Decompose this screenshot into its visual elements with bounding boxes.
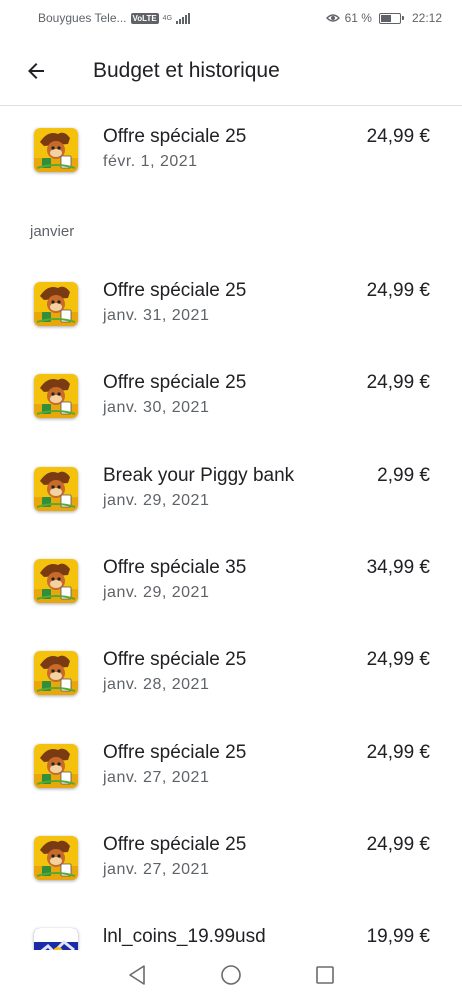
nav-recents-button[interactable] bbox=[310, 960, 340, 990]
transaction-list[interactable]: Offre spéciale 25 févr. 1, 2021 24,99 € jan… bbox=[0, 107, 462, 950]
app-bar: Budget et historique bbox=[0, 36, 462, 106]
system-nav-bar bbox=[0, 950, 462, 1000]
transaction-amount: 24,99 € bbox=[366, 649, 430, 670]
eye-comfort-icon bbox=[325, 14, 340, 22]
transaction-date: janv. 28, 2021 bbox=[103, 676, 210, 693]
nav-back-icon bbox=[129, 965, 145, 985]
status-left: Bouygues Tele... VoLTE 4G bbox=[38, 11, 191, 25]
transaction-row[interactable]: lnl_coins_19.99usd 19,99 € bbox=[0, 920, 462, 950]
transaction-amount: 2,99 € bbox=[377, 465, 430, 486]
transaction-date: janv. 27, 2021 bbox=[103, 769, 210, 786]
battery-icon bbox=[378, 12, 404, 24]
transaction-row[interactable]: Offre spéciale 25 janv. 28, 2021 24,99 € bbox=[0, 643, 462, 723]
battery-percent: 61 % bbox=[344, 11, 372, 25]
transaction-row[interactable]: Offre spéciale 25 janv. 27, 2021 24,99 € bbox=[0, 828, 462, 908]
transaction-amount: 24,99 € bbox=[366, 280, 430, 301]
game-app-icon bbox=[34, 128, 78, 172]
game-app-icon bbox=[34, 744, 78, 788]
carrier-name: Bouygues Tele... bbox=[38, 11, 127, 25]
transaction-date: janv. 29, 2021 bbox=[103, 492, 210, 509]
game-app-icon bbox=[34, 374, 78, 418]
transaction-title: Offre spéciale 25 bbox=[103, 372, 247, 393]
coins-app-icon bbox=[34, 928, 78, 950]
arrow-back-icon bbox=[28, 62, 44, 79]
transaction-amount: 19,99 € bbox=[366, 926, 430, 947]
transaction-date: janv. 30, 2021 bbox=[103, 399, 210, 416]
game-app-icon bbox=[34, 651, 78, 695]
transaction-title: lnl_coins_19.99usd bbox=[103, 926, 266, 947]
transaction-amount: 24,99 € bbox=[366, 372, 430, 393]
transaction-amount: 34,99 € bbox=[366, 557, 430, 578]
transaction-row[interactable]: Offre spéciale 25 janv. 30, 2021 24,99 € bbox=[0, 366, 462, 446]
transaction-amount: 24,99 € bbox=[366, 834, 430, 855]
transaction-title: Offre spéciale 25 bbox=[103, 742, 247, 763]
game-app-icon bbox=[34, 836, 78, 880]
transaction-date: févr. 1, 2021 bbox=[103, 153, 198, 170]
transaction-date: janv. 31, 2021 bbox=[103, 307, 210, 324]
page-title: Budget et historique bbox=[93, 58, 280, 82]
month-header: janvier bbox=[30, 223, 75, 240]
nav-home-button[interactable] bbox=[216, 960, 246, 990]
status-bar: Bouygues Tele... VoLTE 4G 61 % 22:12 bbox=[0, 0, 462, 36]
volte-badge: VoLTE bbox=[130, 12, 159, 24]
network-type-label: 4G bbox=[162, 14, 173, 22]
transaction-amount: 24,99 € bbox=[366, 126, 430, 147]
transaction-row[interactable]: Offre spéciale 25 janv. 31, 2021 24,99 € bbox=[0, 274, 462, 354]
transaction-title: Offre spéciale 25 bbox=[103, 834, 247, 855]
transaction-row[interactable]: Offre spéciale 35 janv. 29, 2021 34,99 € bbox=[0, 551, 462, 631]
battery-level bbox=[380, 14, 392, 22]
nav-back-button[interactable] bbox=[122, 960, 152, 990]
transaction-title: Offre spéciale 35 bbox=[103, 557, 247, 578]
game-app-icon bbox=[34, 282, 78, 326]
transaction-row[interactable]: Offre spéciale 25 janv. 27, 2021 24,99 € bbox=[0, 736, 462, 816]
transaction-row[interactable]: Offre spéciale 25 févr. 1, 2021 24,99 € bbox=[0, 120, 462, 200]
transaction-row[interactable]: Break your Piggy bank janv. 29, 2021 2,99 … bbox=[0, 459, 462, 539]
transaction-date: janv. 27, 2021 bbox=[103, 861, 210, 878]
network-type-icon: 4G bbox=[163, 15, 172, 22]
nav-recents-icon bbox=[316, 966, 334, 984]
clock: 22:12 bbox=[411, 11, 442, 25]
transaction-date: janv. 29, 2021 bbox=[103, 584, 210, 601]
signal-strength-icon bbox=[176, 12, 191, 24]
transaction-title: Offre spéciale 25 bbox=[103, 126, 247, 147]
nav-home-icon bbox=[221, 965, 241, 985]
game-app-icon bbox=[34, 467, 78, 511]
transaction-amount: 24,99 € bbox=[366, 742, 430, 763]
status-right: 61 % 22:12 bbox=[325, 11, 442, 25]
transaction-title: Break your Piggy bank bbox=[103, 465, 295, 486]
back-button[interactable] bbox=[16, 51, 56, 91]
transaction-title: Offre spéciale 25 bbox=[103, 649, 247, 670]
game-app-icon bbox=[34, 559, 78, 603]
transaction-title: Offre spéciale 25 bbox=[103, 280, 247, 301]
